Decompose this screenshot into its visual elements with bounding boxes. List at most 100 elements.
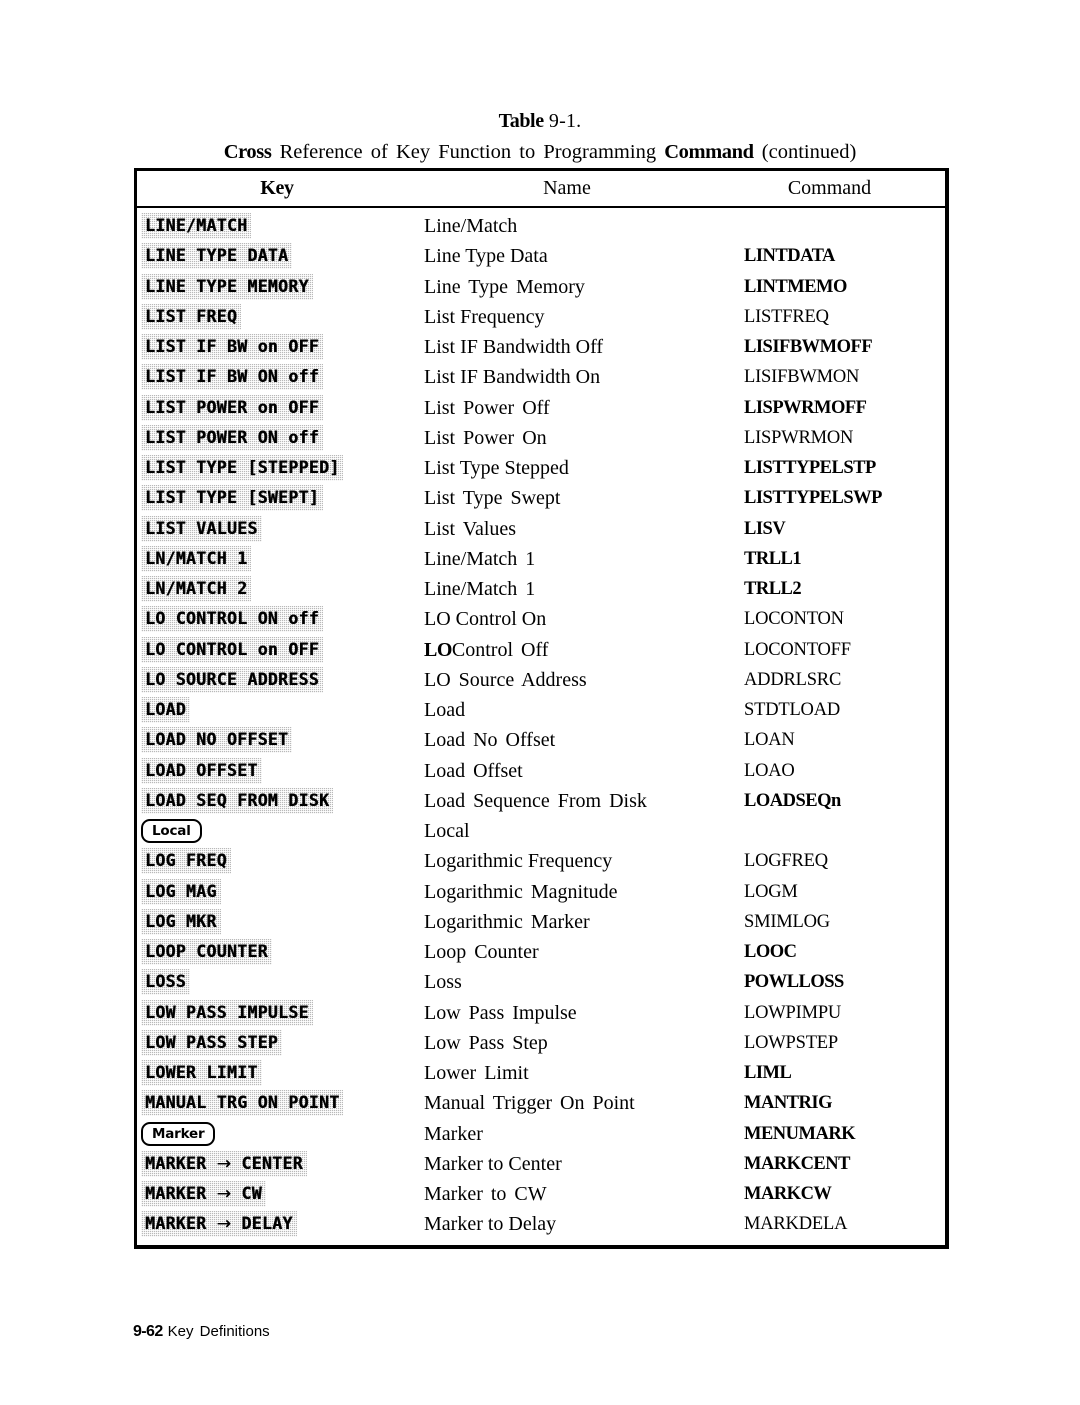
name-cell: Line/Match <box>424 215 518 238</box>
key-cell: LINE TYPE MEMORY <box>141 272 313 302</box>
table-row: LO SOURCE ADDRESS LO Source Address ADDRLS… <box>137 665 945 695</box>
key-cell: LOAD SEQ FROM DISK <box>141 786 333 816</box>
table-caption: Table 9-1. Cross Reference of Key Functi… <box>130 108 950 166</box>
softkey-label[interactable]: LOG MKR <box>141 909 221 935</box>
hardkey-button[interactable]: Marker <box>141 1121 216 1146</box>
name-cell: Load <box>424 699 466 722</box>
name-emphasis: LO <box>424 638 452 661</box>
softkey-label[interactable]: LOAD NO OFFSET <box>141 727 292 753</box>
name-cell: Low Pass Step <box>424 1031 548 1054</box>
softkey-label[interactable]: LOAD SEQ FROM DISK <box>141 788 333 814</box>
command-cell: LINTDATA <box>744 246 835 267</box>
softkey-label[interactable]: LN/MATCH 1 <box>141 546 251 572</box>
softkey-label[interactable]: LIST IF BW on OFF <box>141 334 323 360</box>
softkey-label[interactable]: LIST TYPE [SWEPT] <box>141 485 323 511</box>
name-cell: List IF Bandwidth Off <box>424 336 604 359</box>
command-cell: MANTRIG <box>744 1093 832 1114</box>
softkey-label[interactable]: MARKER → DELAY <box>141 1211 297 1237</box>
key-cell: LIST VALUES <box>141 514 262 544</box>
command-cell: LOOC <box>744 942 797 963</box>
softkey-label[interactable]: LIST POWER ON off <box>141 425 323 451</box>
column-header-command: Command <box>787 177 872 199</box>
name-cell: Line Type Memory <box>424 275 585 298</box>
command-cell: LISIFBWMOFF <box>744 337 873 358</box>
column-header-key: Key <box>260 177 294 199</box>
softkey-label[interactable]: LN/MATCH 2 <box>141 576 251 602</box>
command-cell: POWLLOSS <box>744 972 844 993</box>
key-cell: LIST TYPE [STEPPED] <box>141 453 343 483</box>
name-cell: Load Offset <box>424 759 523 782</box>
command-cell: LIML <box>744 1063 792 1084</box>
softkey-label[interactable]: LOWER LIMIT <box>141 1060 262 1086</box>
softkey-label[interactable]: MARKER → CENTER <box>141 1151 307 1177</box>
table-row: MARKER → CENTER Marker to Center MARKCENT <box>137 1149 945 1179</box>
softkey-label[interactable]: LIST POWER on OFF <box>141 395 323 421</box>
softkey-label[interactable]: LOSS <box>141 969 190 995</box>
softkey-label[interactable]: LIST FREQ <box>141 304 241 330</box>
softkey-label[interactable]: LIST TYPE [STEPPED] <box>141 455 343 481</box>
softkey-label[interactable]: LINE/MATCH <box>141 213 251 239</box>
name-cell: List Type Swept <box>424 487 561 510</box>
key-cell: LOOP COUNTER <box>141 937 272 967</box>
table-row: LOOP COUNTER Loop Counter LOOC <box>137 937 945 967</box>
table-row: LIST IF BW on OFF List IF Bandwidth Off LI… <box>137 332 945 362</box>
softkey-label[interactable]: LINE TYPE DATA <box>141 243 292 269</box>
name-cell: Line/Match 1 <box>424 578 536 601</box>
key-cell: LOAD <box>141 695 190 725</box>
softkey-label[interactable]: LIST VALUES <box>141 516 262 542</box>
softkey-label[interactable]: LIST IF BW ON off <box>141 364 323 390</box>
softkey-label[interactable]: MARKER → CW <box>141 1181 266 1207</box>
table-row: LOG FREQ Logarithmic Frequency LOGFREQ <box>137 846 945 876</box>
softkey-label[interactable]: LOAD <box>141 697 190 723</box>
name-cell: List Frequency <box>424 305 545 328</box>
key-cell: LOW PASS STEP <box>141 1028 282 1058</box>
table-row: LOAD NO OFFSET Load No Offset LOAN <box>137 725 945 755</box>
key-cell: LIST IF BW ON off <box>141 362 323 392</box>
table-row: Marker Marker MENUMARK <box>137 1119 945 1149</box>
softkey-label[interactable]: LOG FREQ <box>141 848 231 874</box>
document-page: Table 9-1. Cross Reference of Key Functi… <box>0 0 1080 1405</box>
command-cell: MENUMARK <box>744 1123 856 1144</box>
command-cell: TRLL1 <box>744 548 802 569</box>
command-cell: LISTTYPELSWP <box>744 488 882 509</box>
table-row: LN/MATCH 2 Line/Match 1 TRLL2 <box>137 574 945 604</box>
key-cell: LIST FREQ <box>141 302 241 332</box>
softkey-label[interactable]: LO CONTROL ON off <box>141 606 323 632</box>
command-cell: STDTLOAD <box>744 700 841 721</box>
name-cell: Loss <box>424 971 462 994</box>
softkey-label[interactable]: LOW PASS IMPULSE <box>141 1000 313 1026</box>
table-row: LIST TYPE [SWEPT] List Type Swept LISTTYPE… <box>137 483 945 513</box>
softkey-label[interactable]: LOOP COUNTER <box>141 939 272 965</box>
softkey-label[interactable]: LOAD OFFSET <box>141 758 262 784</box>
command-cell: LINTMEMO <box>744 276 847 297</box>
table-caption-line-1: Table 9-1. <box>130 108 950 134</box>
hardkey-button[interactable]: Local <box>141 819 202 844</box>
right-arrow-icon: → <box>216 1214 232 1235</box>
name-cell: Local <box>424 820 470 843</box>
softkey-label[interactable]: LO CONTROL on OFF <box>141 637 323 663</box>
softkey-label[interactable]: LO SOURCE ADDRESS <box>141 667 323 693</box>
name-cell: Lower Limit <box>424 1062 529 1085</box>
command-cell: LISTFREQ <box>744 306 829 327</box>
table-row: LOAD SEQ FROM DISK Load Sequence From Dis… <box>137 786 945 816</box>
key-cell: LOG MKR <box>141 907 221 937</box>
table-row: LINE TYPE DATA Line Type Data LINTDATA <box>137 241 945 271</box>
table-row: MANUAL TRG ON POINT Manual Trigger On Poi… <box>137 1088 945 1118</box>
caption-cross: Cross <box>223 141 272 163</box>
name-cell: Load No Offset <box>424 729 556 752</box>
command-cell: MARKCW <box>744 1184 832 1205</box>
key-cell: Marker <box>141 1119 216 1149</box>
command-cell: LOCONTOFF <box>744 639 851 660</box>
key-cell: LOG MAG <box>141 877 221 907</box>
softkey-label[interactable]: LOG MAG <box>141 879 221 905</box>
softkey-label[interactable]: LOW PASS STEP <box>141 1030 282 1056</box>
softkey-label[interactable]: LINE TYPE MEMORY <box>141 274 313 300</box>
name-cell: List IF Bandwidth On <box>424 366 601 389</box>
softkey-label[interactable]: MANUAL TRG ON POINT <box>141 1090 343 1116</box>
name-cell: List Power On <box>424 426 547 449</box>
table-header-row: Key Name Command <box>137 171 945 208</box>
command-cell: SMIMLOG <box>744 911 830 932</box>
table-row: LIST IF BW ON off List IF Bandwidth On LIS… <box>137 362 945 392</box>
key-cell: Local <box>141 816 202 846</box>
key-cell: LIST POWER ON off <box>141 423 323 453</box>
